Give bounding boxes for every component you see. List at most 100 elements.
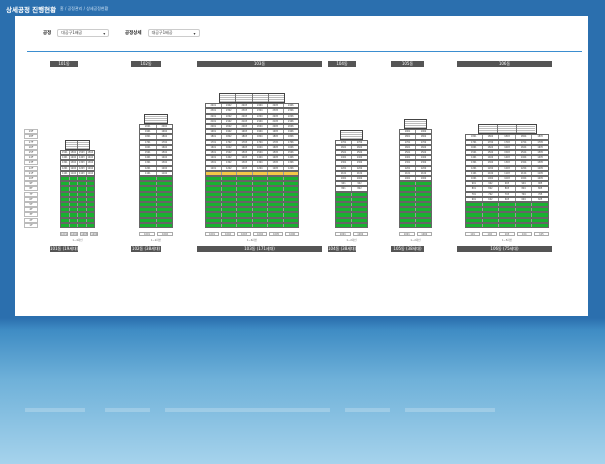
unit-cell[interactable]: 1502 (155, 151, 172, 155)
unit-cell[interactable]: 1402 (155, 156, 172, 160)
unit-cell[interactable]: 2405 (267, 104, 283, 108)
unit-cell[interactable] (206, 182, 221, 186)
unit-cell[interactable]: 1303 (498, 161, 515, 165)
unit-cell[interactable] (77, 187, 86, 191)
unit-cell[interactable] (514, 218, 532, 222)
unit-cell[interactable]: 1306 (282, 161, 298, 165)
unit-cell[interactable] (220, 197, 236, 201)
breadcrumb-item[interactable]: 홈 (60, 6, 64, 11)
unit-cell[interactable]: 1804 (514, 135, 532, 139)
unit-cell[interactable]: 1104 (514, 171, 532, 175)
unit-cell[interactable] (206, 171, 221, 175)
unit-cell[interactable]: 1101 (336, 171, 351, 175)
unit-cell[interactable] (531, 213, 548, 217)
unit-cell[interactable] (236, 213, 252, 217)
unit-cell[interactable]: 1401 (140, 156, 156, 160)
unit-cell[interactable]: 1101 (466, 171, 482, 175)
unit-cell[interactable]: 1202 (68, 166, 77, 170)
unit-cell[interactable]: 1401 (336, 156, 351, 160)
unit-cell[interactable]: 702 (481, 192, 499, 196)
unit-cell[interactable]: 1402 (481, 156, 499, 160)
unit-cell[interactable]: 703 (498, 192, 515, 196)
unit-cell[interactable] (85, 223, 94, 227)
unit-cell[interactable] (155, 223, 172, 227)
unit-cell[interactable]: 1302 (481, 161, 499, 165)
unit-cell[interactable]: 1201 (61, 166, 69, 170)
unit-cell[interactable]: 1303 (236, 161, 252, 165)
unit-cell[interactable]: 1505 (531, 151, 548, 155)
unit-cell[interactable]: 2201 (206, 114, 221, 118)
unit-cell[interactable] (282, 192, 298, 196)
unit-cell[interactable] (400, 192, 415, 196)
unit-cell[interactable] (415, 197, 431, 201)
unit-cell[interactable] (61, 197, 69, 201)
unit-cell[interactable] (498, 223, 515, 227)
unit-cell[interactable]: 2305 (267, 109, 283, 113)
unit-cell[interactable]: 1304 (514, 161, 532, 165)
unit-cell[interactable]: 1702 (155, 140, 172, 144)
unit-cell[interactable]: 1702 (481, 140, 499, 144)
unit-cell[interactable]: 1202 (155, 166, 172, 170)
unit-cell[interactable]: 1205 (267, 166, 283, 170)
unit-cell[interactable]: 2001 (140, 125, 156, 129)
unit-cell[interactable]: 1501 (140, 151, 156, 155)
unit-cell[interactable]: 1701 (466, 140, 482, 144)
unit-cell[interactable]: 601 (466, 197, 482, 201)
unit-cell[interactable]: 1003 (498, 177, 515, 181)
unit-cell[interactable] (415, 203, 431, 207)
unit-cell[interactable]: 1301 (61, 161, 69, 165)
unit-cell[interactable]: 1901 (140, 130, 156, 134)
unit-cell[interactable]: 2404 (251, 104, 267, 108)
unit-cell[interactable] (336, 223, 351, 227)
unit-cell[interactable]: 1902 (415, 130, 431, 134)
building-footer[interactable]: 105동 (38세대) (391, 246, 424, 252)
unit-cell[interactable]: 1302 (220, 161, 236, 165)
unit-cell[interactable]: 1301 (206, 161, 221, 165)
unit-cell[interactable] (77, 223, 86, 227)
unit-cell[interactable] (351, 208, 367, 212)
unit-cell[interactable]: 2202 (220, 114, 236, 118)
unit-cell[interactable] (61, 182, 69, 186)
unit-cell[interactable]: 1806 (282, 135, 298, 139)
building-footer[interactable]: 104동 (38세대) (328, 246, 356, 252)
unit-cell[interactable]: 1802 (415, 135, 431, 139)
unit-cell[interactable]: 1002 (415, 177, 431, 181)
unit-cell[interactable] (251, 187, 267, 191)
unit-cell[interactable] (85, 203, 94, 207)
unit-cell[interactable]: 1501 (61, 151, 69, 155)
unit-cell[interactable] (155, 177, 172, 181)
unit-cell[interactable] (531, 208, 548, 212)
unit-cell[interactable]: 1703 (498, 140, 515, 144)
unit-cell[interactable]: 1101 (140, 171, 156, 175)
unit-cell[interactable] (220, 177, 236, 181)
unit-cell[interactable] (531, 223, 548, 227)
unit-cell[interactable]: 1501 (400, 151, 415, 155)
unit-cell[interactable] (140, 213, 156, 217)
unit-cell[interactable] (336, 213, 351, 217)
unit-cell[interactable] (531, 218, 548, 222)
unit-cell[interactable]: 1004 (514, 177, 532, 181)
unit-cell[interactable]: 1401 (466, 156, 482, 160)
unit-cell[interactable] (514, 213, 532, 217)
unit-cell[interactable]: 1606 (282, 145, 298, 149)
unit-cell[interactable] (77, 182, 86, 186)
unit-cell[interactable]: 1204 (85, 166, 94, 170)
unit-cell[interactable]: 1201 (466, 166, 482, 170)
unit-cell[interactable] (61, 192, 69, 196)
unit-cell[interactable] (267, 208, 283, 212)
unit-cell[interactable]: 1804 (251, 135, 267, 139)
unit-cell[interactable]: 1302 (415, 161, 431, 165)
unit-cell[interactable]: 1403 (498, 156, 515, 160)
unit-cell[interactable]: 1702 (415, 140, 431, 144)
unit-cell[interactable]: 1802 (155, 135, 172, 139)
unit-cell[interactable]: 605 (531, 197, 548, 201)
unit-cell[interactable] (466, 203, 482, 207)
unit-cell[interactable]: 2304 (251, 109, 267, 113)
unit-cell[interactable] (415, 223, 431, 227)
unit-cell[interactable]: 1906 (282, 130, 298, 134)
unit-cell[interactable]: 1201 (400, 166, 415, 170)
unit-cell[interactable]: 1405 (531, 156, 548, 160)
unit-cell[interactable]: 1805 (531, 135, 548, 139)
unit-cell[interactable] (220, 182, 236, 186)
building-footer[interactable]: 101동 (19세대) (50, 246, 78, 252)
